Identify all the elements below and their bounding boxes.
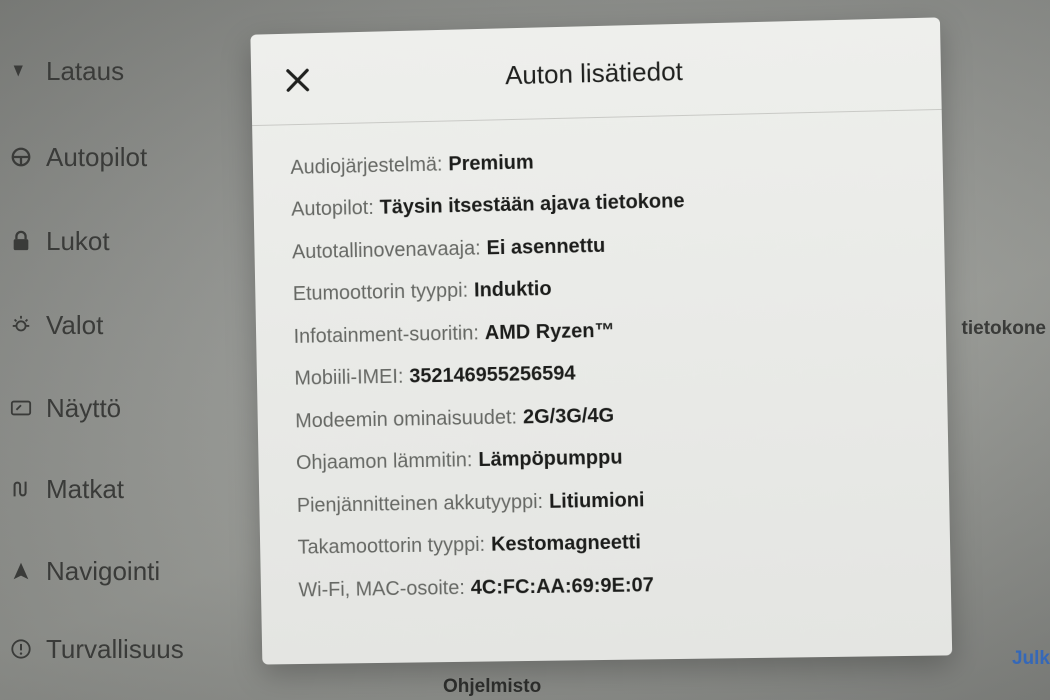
detail-label: Autopilot [291,197,369,221]
detail-value: Litiumioni [548,489,645,513]
sidebar-item-label: Turvallisuus [46,633,184,664]
steering-wheel-icon [0,142,42,172]
detail-value: Ei asennettu [486,234,606,260]
detail-label: Audiojärjestelmä [290,153,438,179]
detail-label: Autotallinovenavaaja [291,237,476,264]
detail-label: Ohjaamon lämmitin [295,449,468,475]
dialog-title: Auton lisätiedot [504,55,684,91]
trips-icon [0,474,42,504]
sidebar-item-label: Valot [46,309,104,340]
sidebar-item-navigointi[interactable]: Navigointi [0,546,160,596]
sidebar-item-matkat[interactable]: Matkat [0,464,124,514]
detail-label: Wi-Fi, MAC-osoite [298,576,460,602]
background-section-heading: Ohjelmisto [443,676,542,697]
navigation-arrow-icon [0,556,42,586]
details-list: Audiojärjestelmä: Premium Autopilot: Täy… [252,110,951,612]
detail-label: Takamoottorin tyyppi [297,534,480,559]
sun-icon [0,310,42,340]
alert-circle-icon [0,634,42,664]
detail-label: Modeemin ominaisuudet [295,406,512,433]
detail-value: Kestomagneetti [490,531,642,556]
detail-label: Infotainment-suoritin [293,322,474,348]
detail-row-wifi-mac: Wi-Fi, MAC-osoite: 4C:FC:AA:69:9E:07 [298,573,655,602]
display-icon [0,393,42,423]
sidebar-item-turvallisuus[interactable]: Turvallisuus [0,624,184,674]
sidebar-item-autopilot[interactable]: Autopilot [0,132,147,182]
detail-value: Induktio [473,278,552,302]
detail-value: AMD Ryzen™ [484,319,615,344]
sidebar-item-label: Lataus [46,55,125,86]
detail-value: 352146955256594 [409,362,576,388]
close-button[interactable] [281,63,315,98]
detail-label: Pienjännitteinen akkutyyppi [296,490,538,517]
lock-icon [0,226,42,256]
sidebar-item-valot[interactable]: Valot [0,300,103,350]
settings-sidebar: Lataus Autopilot Lukot Valot Näyttö Matk… [0,0,260,700]
detail-value: 2G/3G/4G [522,404,615,429]
vehicle-details-dialog: Auton lisätiedot Audiojärjestelmä: Premi… [250,17,953,665]
lightning-icon [0,56,42,86]
detail-value: Premium [448,151,534,176]
sidebar-item-label: Näyttö [46,392,122,423]
sidebar-item-label: Navigointi [46,555,161,586]
sidebar-item-naytto[interactable]: Näyttö [0,383,121,433]
sidebar-item-lukot[interactable]: Lukot [0,216,110,266]
background-value-text: tietokone [961,318,1046,339]
dialog-header: Auton lisätiedot [250,17,942,127]
sidebar-item-label: Autopilot [46,141,148,172]
close-icon [285,67,311,93]
detail-label: Mobiili-IMEI [294,366,399,390]
detail-label: Etumoottorin tyyppi [292,280,463,306]
detail-value: Lämpöpumppu [478,446,623,472]
background-link[interactable]: Julk [1012,648,1050,670]
sidebar-item-label: Matkat [46,473,125,504]
sidebar-item-lataus[interactable]: Lataus [0,46,124,96]
detail-value: Täysin itsestään ajava tietokone [379,190,685,219]
sidebar-item-label: Lukot [46,225,110,256]
detail-value: 4C:FC:AA:69:9E:07 [470,573,655,599]
